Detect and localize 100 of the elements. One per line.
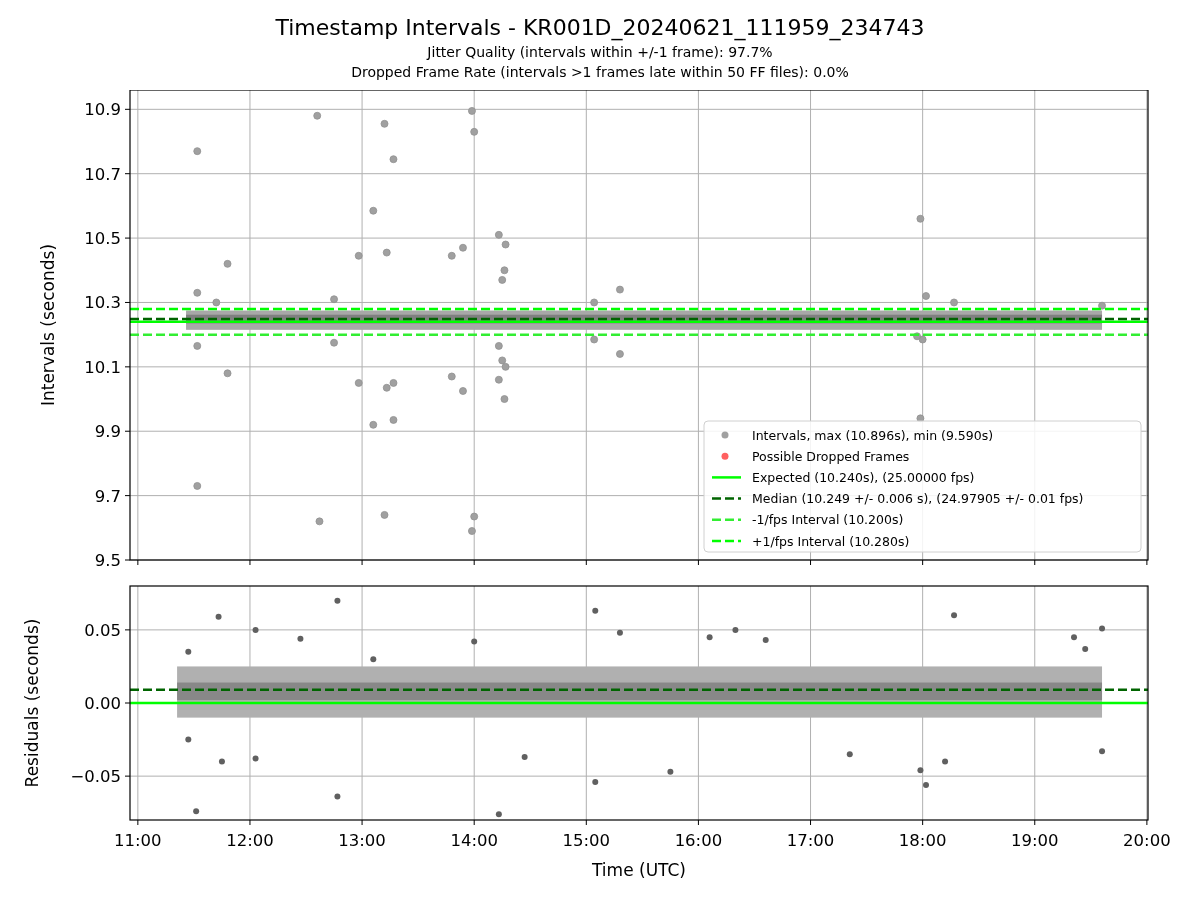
point <box>521 754 528 761</box>
y-tick-label: −0.05 <box>70 767 121 787</box>
point <box>1071 634 1077 641</box>
tick-mark <box>124 702 131 704</box>
point <box>330 338 338 347</box>
y-tick-label: 10.1 <box>84 357 121 377</box>
point <box>330 295 338 304</box>
tick-mark <box>124 430 131 432</box>
chart-title: Timestamp Intervals - KR001D_20240621_111959_234743 <box>275 14 925 42</box>
point <box>459 243 467 252</box>
point <box>846 751 853 758</box>
tick-mark <box>1034 819 1036 826</box>
y-tick-label: 10.5 <box>84 229 121 249</box>
point <box>494 342 503 350</box>
point <box>1099 748 1106 755</box>
tick-mark <box>473 819 475 826</box>
tick-mark <box>1034 559 1036 566</box>
point <box>616 629 623 636</box>
point <box>922 292 930 300</box>
point <box>212 298 221 307</box>
point <box>370 656 377 663</box>
point <box>494 375 503 384</box>
tick-mark <box>137 819 139 826</box>
tick-mark <box>124 173 131 175</box>
legend-label: Expected (10.240s), (25.00000 fps) <box>752 469 975 485</box>
point <box>223 259 232 268</box>
tick-mark <box>1146 559 1148 566</box>
point <box>193 808 200 815</box>
legend-label: +1/fps Interval (10.280s) <box>752 533 910 549</box>
x-tick-label: 18:00 <box>898 831 947 850</box>
tick-mark <box>249 819 251 826</box>
point <box>380 119 389 128</box>
point <box>918 335 927 344</box>
tick-mark <box>124 366 131 368</box>
tick-mark <box>697 819 699 826</box>
point <box>193 482 202 490</box>
y-tick-label: 9.7 <box>94 486 121 506</box>
tick-mark <box>922 819 924 826</box>
point <box>951 612 958 619</box>
point <box>917 767 924 774</box>
point <box>313 111 322 120</box>
point <box>369 206 378 215</box>
point <box>354 379 363 387</box>
y-tick-label: 9.9 <box>94 422 121 442</box>
y-tick-label: 10.3 <box>84 293 121 313</box>
point <box>471 638 478 645</box>
point <box>389 416 398 424</box>
tick-mark <box>922 559 924 566</box>
x-tick-label: 16:00 <box>674 831 723 850</box>
point <box>389 155 398 164</box>
tick-mark <box>124 629 131 631</box>
y-tick-label: 0.00 <box>84 694 121 713</box>
point <box>923 781 930 788</box>
x-tick-label: 14:00 <box>450 831 498 850</box>
point <box>706 634 713 641</box>
point <box>950 298 958 307</box>
point <box>498 276 507 284</box>
point <box>334 793 341 800</box>
x-tick-label: 12:00 <box>226 831 274 850</box>
point <box>252 626 259 633</box>
point <box>501 240 510 249</box>
tick-mark <box>810 559 812 566</box>
point <box>470 127 479 136</box>
y-axis-label: Intervals (seconds) <box>38 243 58 407</box>
y-axis-label: Residuals (seconds) <box>22 618 42 788</box>
chart-subtitle: Jitter Quality (intervals within +/-1 frame): 97.7% <box>427 43 773 62</box>
point <box>447 372 456 381</box>
tick-mark <box>585 819 587 826</box>
tick-mark <box>361 559 363 566</box>
legend-label: Possible Dropped Frames <box>752 448 910 464</box>
y-tick-label: 10.7 <box>84 164 121 184</box>
point <box>592 778 599 785</box>
tick-mark <box>124 108 131 110</box>
tick-mark <box>124 301 131 303</box>
point <box>447 251 456 260</box>
point <box>354 251 363 260</box>
point <box>252 755 259 762</box>
point <box>1098 301 1106 310</box>
point <box>185 736 192 743</box>
point <box>218 758 225 765</box>
point <box>193 288 202 297</box>
point <box>185 648 192 655</box>
point <box>468 527 476 535</box>
point <box>369 420 378 429</box>
point <box>223 369 232 378</box>
tick-mark <box>361 819 363 826</box>
tick-mark <box>1146 819 1148 826</box>
tick-mark <box>585 559 587 566</box>
point <box>459 387 467 395</box>
x-tick-label: 11:00 <box>114 831 162 850</box>
tick-mark <box>810 819 812 826</box>
point <box>382 248 391 257</box>
point <box>215 613 222 620</box>
point <box>1099 625 1106 632</box>
x-axis-label: Time (UTC) <box>592 860 686 880</box>
tick-mark <box>124 775 131 777</box>
y-tick-label: 9.5 <box>94 551 121 570</box>
point <box>389 379 398 387</box>
point <box>334 597 341 604</box>
point <box>500 266 509 275</box>
